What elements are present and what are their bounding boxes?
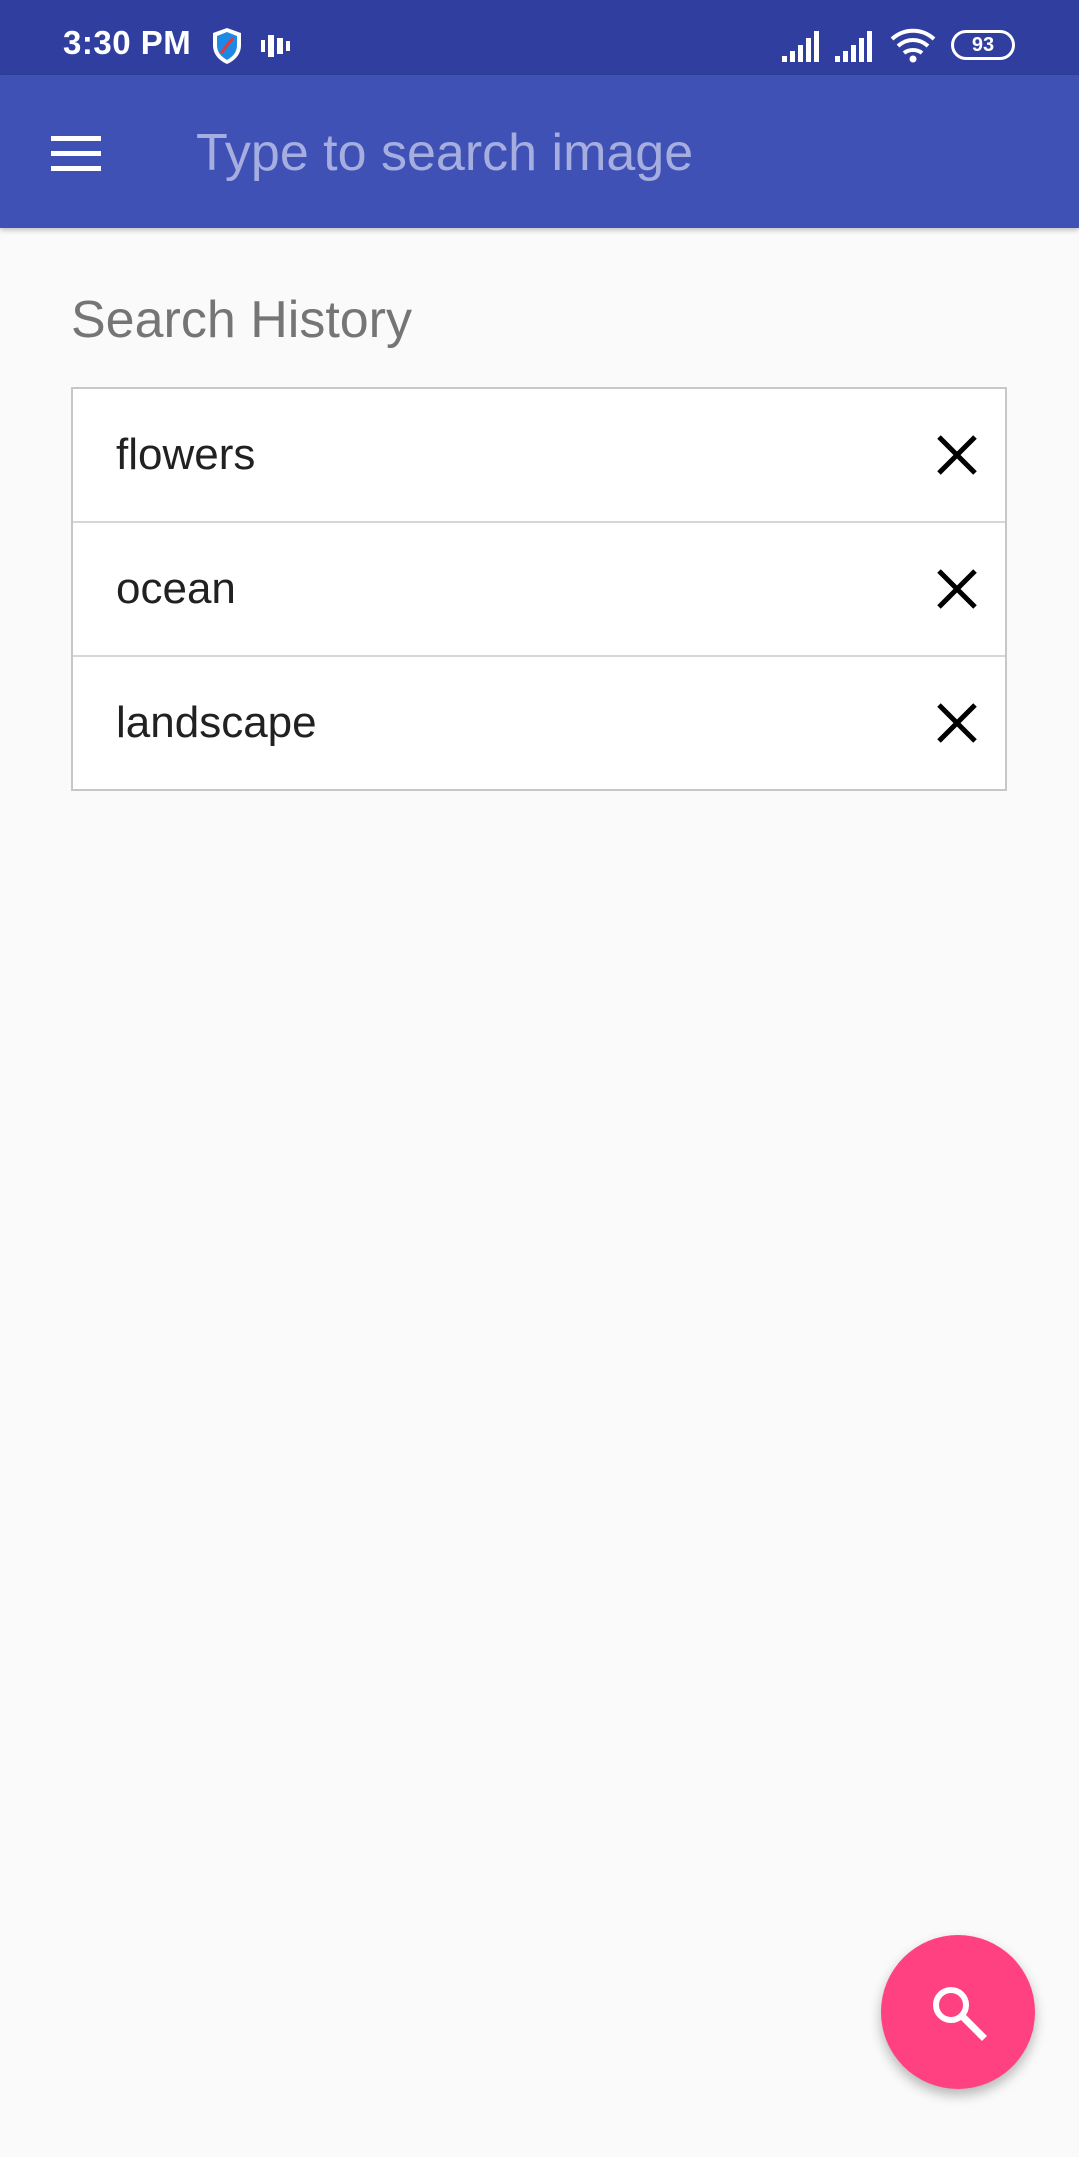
battery-icon: 93 <box>951 30 1015 60</box>
search-history-list: flowers ocean landscape <box>71 387 1007 791</box>
history-item[interactable]: ocean <box>73 523 1005 657</box>
shield-icon <box>213 28 241 64</box>
history-item[interactable]: landscape <box>73 657 1005 789</box>
history-item-label: ocean <box>116 564 236 613</box>
wifi-icon <box>890 28 936 63</box>
search-input[interactable] <box>196 115 1016 191</box>
close-icon[interactable] <box>929 427 985 483</box>
history-item-label: flowers <box>116 430 256 479</box>
close-icon[interactable] <box>929 695 985 751</box>
search-history-title: Search History <box>71 291 412 349</box>
close-icon[interactable] <box>929 561 985 617</box>
search-fab-button[interactable] <box>881 1935 1035 2089</box>
history-item[interactable]: flowers <box>73 389 1005 523</box>
app-bar <box>0 75 1079 228</box>
search-icon <box>933 1987 987 2041</box>
history-item-label: landscape <box>116 698 317 747</box>
status-time: 3:30 PM <box>63 24 192 61</box>
status-bar: 3:30 PM 93 <box>0 0 1079 75</box>
signal-icon <box>835 31 872 62</box>
vibrate-icon <box>261 35 290 57</box>
hamburger-menu-icon[interactable] <box>38 115 114 191</box>
signal-icon <box>782 31 819 62</box>
